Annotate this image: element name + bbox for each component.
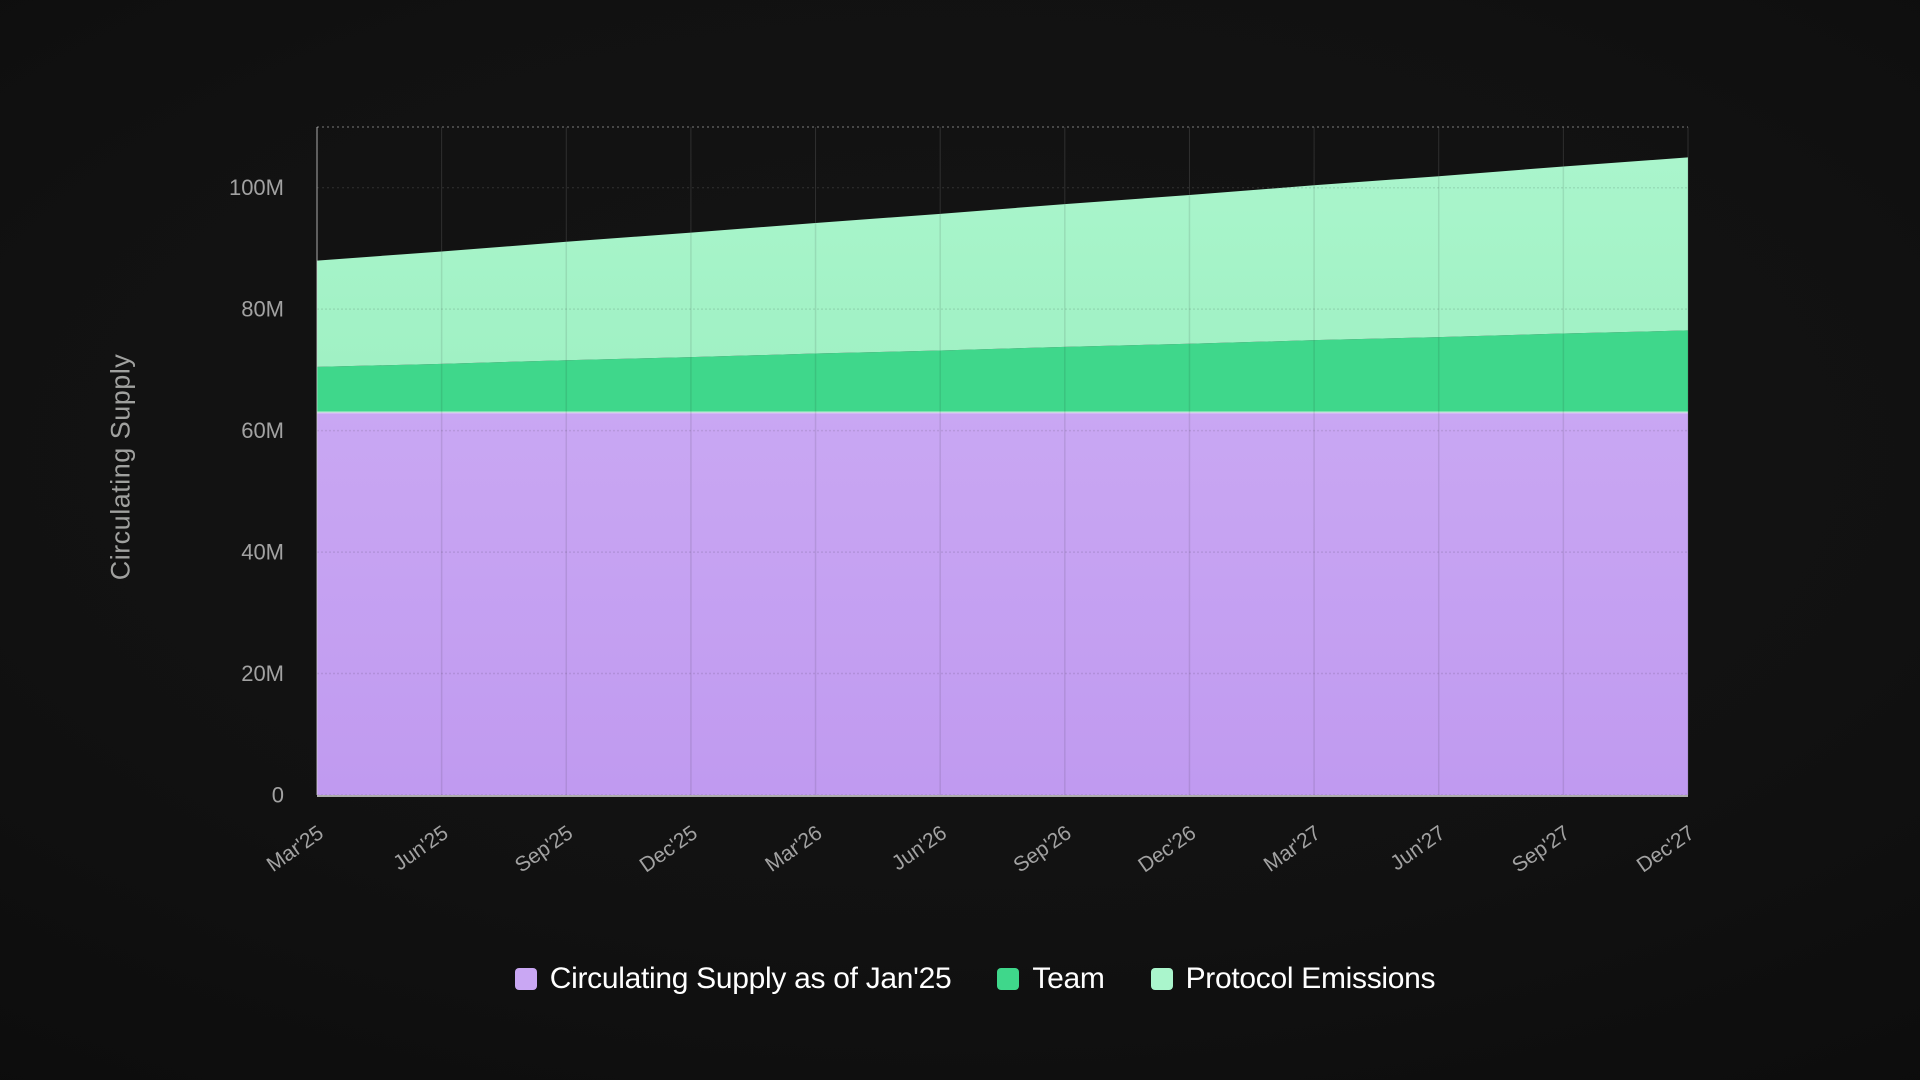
area-protocol-emissions [317,157,1688,367]
x-tick-label: Dec'26 [1134,821,1200,877]
legend-item-protocol-emissions[interactable]: Protocol Emissions [1151,962,1436,996]
legend-swatch [1151,968,1173,990]
area-circulating-supply [317,412,1688,795]
y-tick-label: 20M [241,661,284,686]
x-tick-label: Dec'27 [1633,821,1699,877]
legend-label: Protocol Emissions [1186,962,1436,996]
chart-canvas: 0 20M 40M 60M 80M 100M Mar'25 Jun'25 Sep'25 Dec'2… [0,0,1920,1080]
x-tick-label: Sep'27 [1508,821,1574,877]
y-tick-label: 40M [241,540,284,565]
y-tick-label: 0 [272,783,284,808]
x-tick-label: Mar'27 [1260,821,1325,876]
legend-label: Circulating Supply as of Jan'25 [550,962,952,996]
x-tick-label: Mar'25 [263,821,328,876]
y-tick-label: 80M [241,297,284,322]
x-tick-label: Jun'26 [888,821,951,875]
x-tick-label: Jun'27 [1386,821,1449,875]
y-tick-label: 100M [229,175,284,200]
legend-item-team[interactable]: Team [997,962,1104,996]
y-axis-title: Circulating Supply [106,354,137,581]
x-axis-labels: Mar'25 Jun'25 Sep'25 Dec'25 Mar'26 Jun'26 Sep'… [263,821,1699,877]
x-tick-label: Jun'25 [389,821,452,875]
x-tick-label: Dec'25 [636,821,702,877]
legend-label: Team [1032,962,1104,996]
x-tick-label: Sep'26 [1009,821,1075,877]
chart-legend: Circulating Supply as of Jan'25 Team Proto… [0,956,1920,1002]
legend-item-circulating-supply[interactable]: Circulating Supply as of Jan'25 [515,962,952,996]
x-tick-label: Sep'25 [511,821,577,877]
x-tick-label: Mar'26 [761,821,826,876]
legend-swatch [997,968,1019,990]
stacked-area-chart: 0 20M 40M 60M 80M 100M Mar'25 Jun'25 Sep'25 Dec'2… [0,0,1920,1080]
y-axis-labels: 0 20M 40M 60M 80M 100M [229,175,284,807]
y-tick-label: 60M [241,418,284,443]
legend-swatch [515,968,537,990]
